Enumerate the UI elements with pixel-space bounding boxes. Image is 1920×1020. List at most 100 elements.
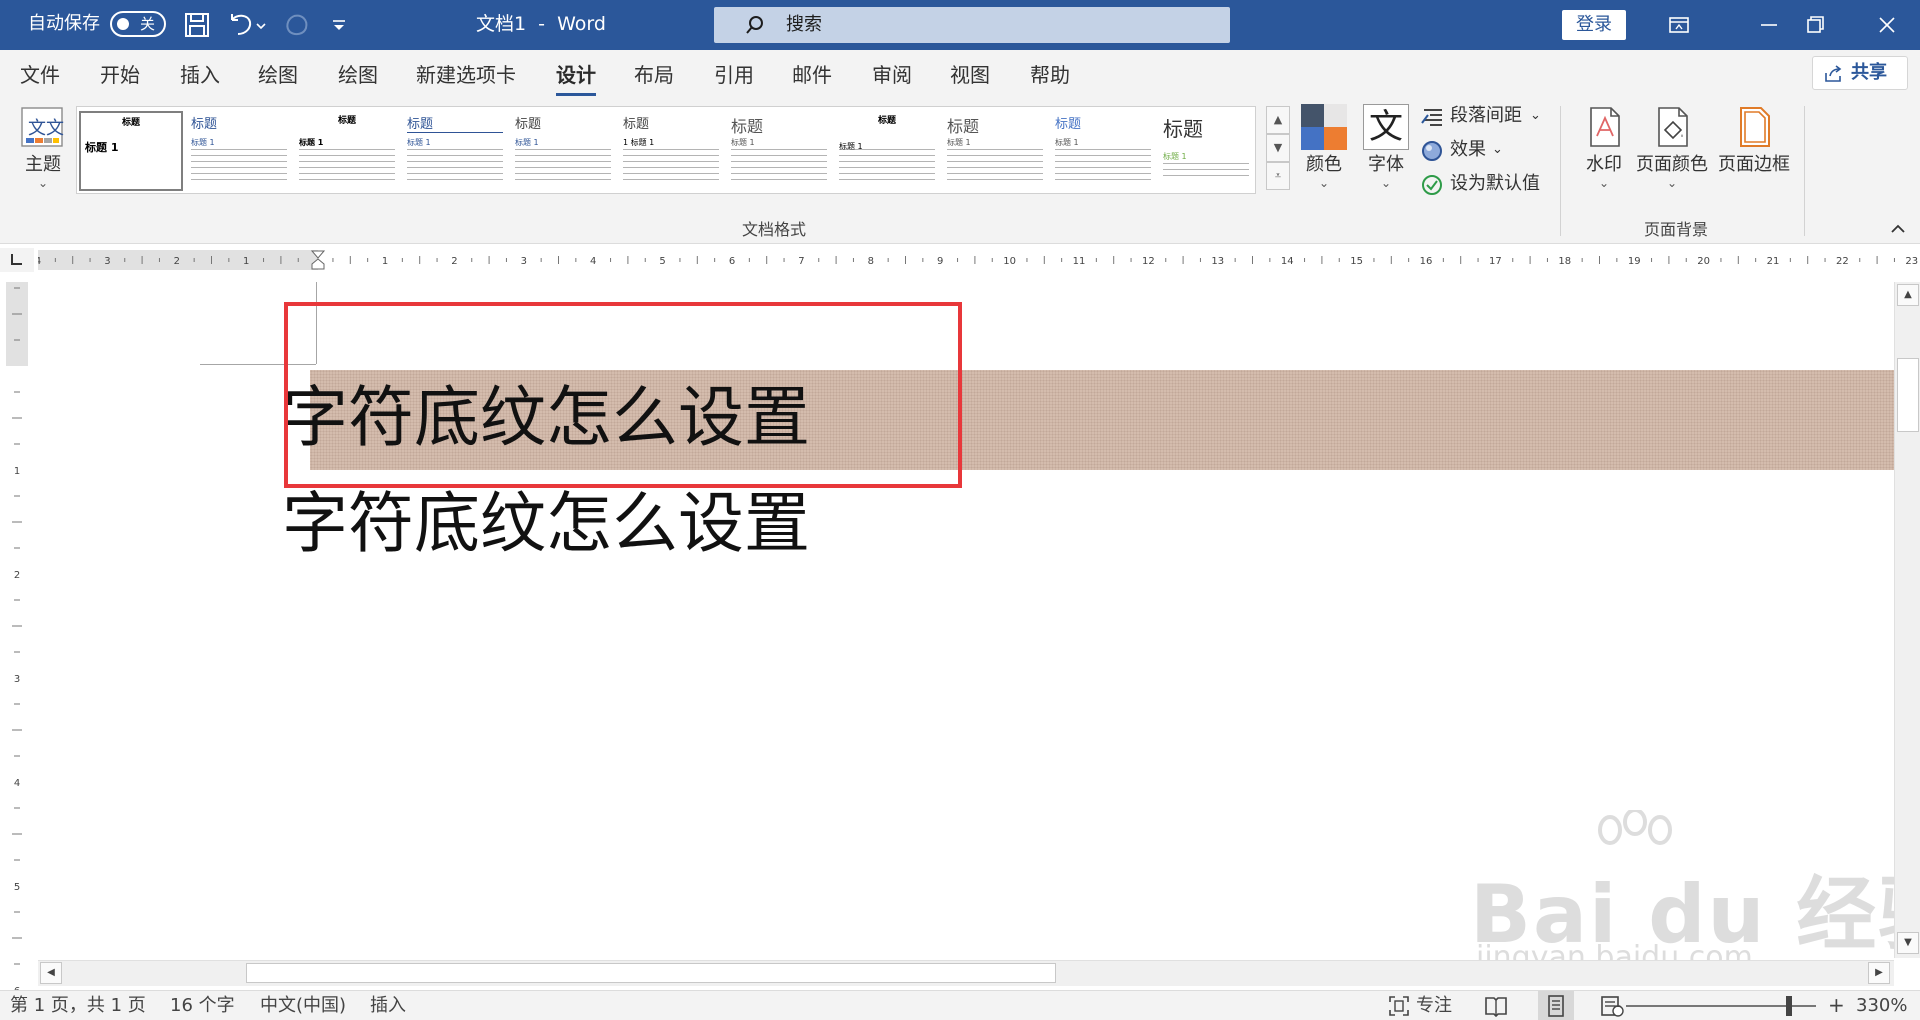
vertical-scrollbar[interactable]: ▲ ▼ [1894, 282, 1920, 958]
chevron-down-icon: ⌄ [1666, 176, 1678, 190]
vertical-ruler[interactable]: 123456 [6, 282, 28, 992]
ribbon-display-options-icon[interactable] [1664, 10, 1694, 40]
scroll-left-button[interactable]: ◀ [40, 962, 62, 984]
zoom-level[interactable]: 330% [1856, 994, 1907, 1018]
customize-toolbar-icon[interactable] [330, 10, 348, 40]
autosave-toggle[interactable]: 关 [110, 11, 166, 37]
chevron-down-icon: ⌄ [1318, 176, 1330, 190]
tab-file[interactable]: 文件 [20, 62, 60, 88]
ruler-number: 2 [174, 256, 180, 267]
vertical-scroll-thumb[interactable] [1897, 358, 1919, 432]
style-preview-lines [731, 149, 827, 185]
paragraph-spacing-button[interactable]: 段落间距 ⌄ [1420, 104, 1541, 130]
colors-label: 颜色 [1306, 154, 1342, 175]
close-icon[interactable] [1872, 10, 1902, 40]
zoom-out-button[interactable]: - [1614, 993, 1621, 1017]
ruler-number: 17 [1489, 256, 1502, 267]
zoom-slider-thumb[interactable] [1786, 996, 1792, 1016]
style-heading: 标题 1 [947, 138, 971, 147]
undo-dropdown-icon[interactable] [254, 10, 268, 40]
tab-draw[interactable]: 绘图 [258, 62, 298, 88]
search-icon [746, 16, 763, 34]
search-box[interactable]: 搜索 [714, 7, 1230, 43]
title-bar: 自动保存 关 文档1 - Word 搜索 登录 [0, 0, 1920, 50]
style-set-item[interactable]: 标题 标题 1 [79, 111, 183, 191]
style-heading: 标题 1 [299, 138, 324, 147]
undo-icon[interactable] [226, 10, 256, 40]
gallery-more[interactable]: ⩡ [1266, 162, 1290, 190]
page-borders-icon [1731, 104, 1777, 150]
word-count[interactable]: 16 个字 [170, 994, 235, 1018]
style-preview-lines [515, 149, 611, 185]
page-borders-button[interactable]: 页面边框 [1716, 104, 1792, 176]
tab-selector[interactable] [0, 248, 34, 272]
tab-design[interactable]: 设计 [556, 62, 596, 96]
tab-mailings[interactable]: 邮件 [792, 62, 832, 88]
ruler-number: 1 [243, 256, 249, 267]
tab-new-tab[interactable]: 新建选项卡 [416, 62, 516, 88]
style-set-item[interactable]: 标题 标题 1 [943, 111, 1047, 191]
style-set-item[interactable]: 标题 标题 1 [1159, 111, 1253, 191]
chevron-down-icon: ⌄ [1530, 108, 1541, 123]
fonts-button[interactable]: 文 字体 ⌄ [1360, 104, 1412, 190]
style-set-item[interactable]: 标题 标题 1 [403, 111, 507, 191]
horizontal-scrollbar[interactable]: ◀ ▶ [38, 960, 1894, 986]
scroll-down-button[interactable]: ▼ [1897, 932, 1919, 954]
set-as-default-label: 设为默认值 [1450, 173, 1540, 194]
watermark-button[interactable]: 水印 ⌄ [1578, 104, 1630, 190]
collapse-ribbon-icon[interactable] [1888, 220, 1908, 236]
style-set-item[interactable]: 标题 标题 1 [1051, 111, 1155, 191]
gallery-scroll-down[interactable]: ▼ [1266, 134, 1290, 162]
colors-button[interactable]: 颜色 ⌄ [1298, 104, 1350, 190]
group-separator [1560, 106, 1561, 236]
scroll-up-button[interactable]: ▲ [1897, 284, 1919, 306]
ruler-number: 3 [521, 256, 527, 267]
save-icon[interactable] [182, 10, 212, 40]
themes-icon: 文文 [20, 104, 66, 150]
tab-draw-2[interactable]: 绘图 [338, 62, 378, 88]
tab-home[interactable]: 开始 [100, 62, 140, 88]
read-mode-icon[interactable] [1484, 995, 1508, 1020]
ruler-number: 5 [659, 256, 665, 267]
tab-help[interactable]: 帮助 [1030, 62, 1070, 88]
style-set-item[interactable]: 标题 标题 1 [835, 111, 939, 191]
ruler-number: 10 [1003, 256, 1016, 267]
effects-button[interactable]: 效果 ⌄ [1420, 138, 1510, 164]
document-line-plain[interactable]: 字符底纹怎么设置 [282, 484, 810, 564]
style-set-item[interactable]: 标题 标题 1 [295, 111, 399, 191]
chevron-down-icon: ⌄ [1380, 176, 1392, 190]
themes-button[interactable]: 文文 主题 ⌄ [14, 104, 72, 190]
page-color-button[interactable]: 页面颜色 ⌄ [1636, 104, 1708, 190]
scroll-right-button[interactable]: ▶ [1868, 962, 1890, 984]
redo-icon[interactable] [282, 10, 312, 40]
minimize-icon[interactable] [1754, 10, 1784, 40]
tab-insert[interactable]: 插入 [180, 62, 220, 88]
language-indicator[interactable]: 中文(中国) [260, 994, 346, 1018]
style-set-item[interactable]: 标题 标题 1 [187, 111, 291, 191]
tab-references[interactable]: 引用 [714, 62, 754, 88]
zoom-in-button[interactable]: + [1828, 993, 1845, 1017]
tab-review[interactable]: 审阅 [872, 62, 912, 88]
tab-view[interactable]: 视图 [950, 62, 990, 88]
restore-icon[interactable] [1800, 10, 1830, 40]
ruler-number: 4 [38, 256, 41, 267]
style-title: 标题 [623, 117, 650, 132]
effects-icon [1422, 141, 1442, 161]
style-set-item[interactable]: 标题 标题 1 [511, 111, 615, 191]
style-set-item[interactable]: 标题 1 标题 1 [619, 111, 723, 191]
ruler-number: 19 [1628, 256, 1641, 267]
set-as-default-button[interactable]: 设为默认值 [1420, 172, 1550, 198]
style-preview-lines [947, 149, 1043, 185]
tab-layout[interactable]: 布局 [634, 62, 674, 88]
horizontal-ruler[interactable]: 4321123456789101112131415161718192021222… [38, 250, 1920, 270]
login-button[interactable]: 登录 [1562, 10, 1626, 40]
gallery-scroll-up[interactable]: ▲ [1266, 106, 1290, 134]
share-button[interactable]: 共享 [1812, 56, 1908, 90]
style-set-item[interactable]: 标题 标题 1 [727, 111, 831, 191]
group-label-document-formatting: 文档格式 [742, 220, 807, 239]
indent-marker[interactable] [310, 250, 326, 270]
horizontal-scroll-thumb[interactable] [246, 963, 1056, 983]
page-info[interactable]: 第 1 页，共 1 页 [10, 994, 146, 1018]
insert-mode[interactable]: 插入 [370, 994, 406, 1018]
print-layout-icon[interactable] [1538, 991, 1574, 1020]
